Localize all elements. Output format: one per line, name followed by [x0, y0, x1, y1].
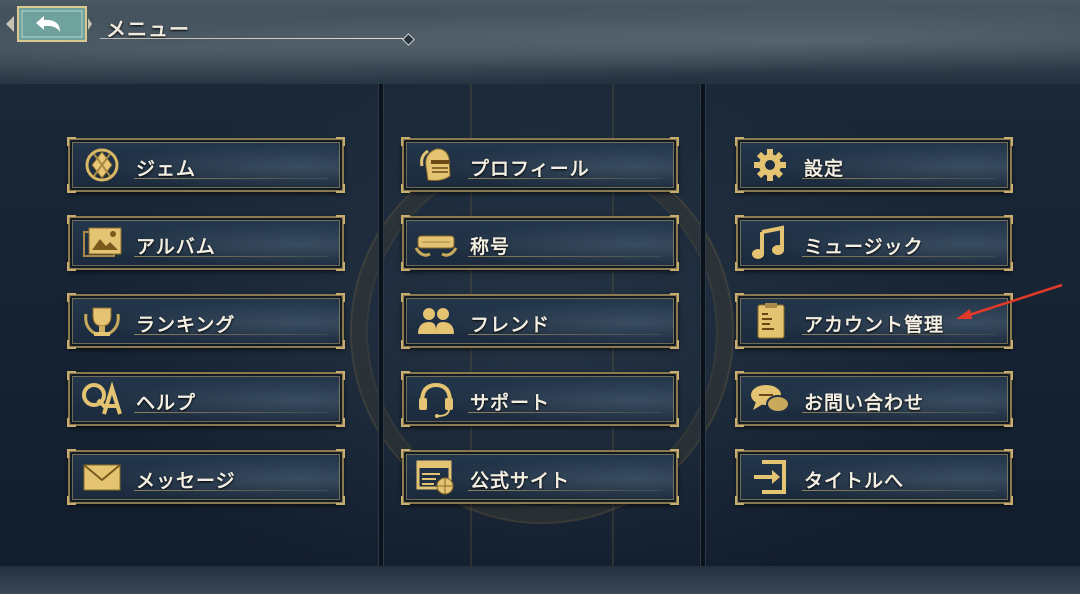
menu-label: アカウント管理 — [804, 314, 945, 336]
menu-button-official-site[interactable]: 公式サイト — [401, 449, 679, 505]
menu-label: アルバム — [136, 236, 216, 258]
menu-button-ranking[interactable]: ランキング — [67, 293, 345, 349]
menu-button-return-to-title[interactable]: タイトルへ — [735, 449, 1013, 505]
menu-label: ジェム — [136, 158, 197, 180]
back-arrow-icon — [6, 6, 92, 42]
exit-door-icon — [754, 460, 786, 494]
gear-icon — [754, 149, 786, 181]
title-banner-icon — [414, 235, 458, 257]
envelope-icon — [83, 464, 121, 491]
trophy-icon — [84, 307, 120, 336]
menu-button-title[interactable]: 称号 — [401, 215, 679, 271]
qa-icon — [82, 381, 122, 415]
account-clipboard-icon — [757, 303, 785, 339]
gem-icon — [85, 148, 119, 182]
menu-screen: メニュー ジェム アルバム ランキング ヘルプ メッセージ プロフィール 称号 … — [0, 0, 1080, 594]
menu-button-help[interactable]: ヘルプ — [67, 371, 345, 427]
menu-label: 称号 — [470, 236, 511, 258]
menu-label: ヘルプ — [136, 392, 197, 414]
menu-button-friend[interactable]: フレンド — [401, 293, 679, 349]
menu-button-album[interactable]: アルバム — [67, 215, 345, 271]
menu-label: メッセージ — [136, 470, 236, 492]
annotation-arrow-icon — [956, 283, 1063, 319]
menu-label: フレンド — [470, 314, 551, 336]
column-divider — [700, 84, 706, 566]
header-underline — [100, 38, 408, 39]
chat-bubbles-icon — [751, 385, 790, 413]
menu-label: プロフィール — [470, 158, 590, 180]
bottom-band — [0, 566, 1080, 594]
menu-button-contact[interactable]: お問い合わせ — [735, 371, 1013, 427]
menu-label: ランキング — [136, 314, 236, 336]
menu-label: お問い合わせ — [804, 392, 925, 414]
headset-icon — [419, 382, 453, 418]
album-icon — [83, 227, 122, 257]
menu-label: ミュージック — [804, 236, 924, 258]
menu-button-message[interactable]: メッセージ — [67, 449, 345, 505]
menu-label: サポート — [470, 392, 551, 414]
menu-button-support[interactable]: サポート — [401, 371, 679, 427]
friends-icon — [418, 308, 454, 334]
menu-label: タイトルへ — [804, 470, 905, 492]
menu-button-profile[interactable]: プロフィール — [401, 137, 679, 193]
back-button[interactable] — [4, 4, 94, 44]
menu-label: 設定 — [804, 158, 845, 180]
menu-label: 公式サイト — [470, 470, 571, 492]
knight-helmet-icon — [420, 148, 451, 181]
music-note-icon — [752, 225, 784, 259]
menu-button-settings[interactable]: 設定 — [735, 137, 1013, 193]
column-divider — [378, 84, 384, 566]
menu-button-music[interactable]: ミュージック — [735, 215, 1013, 271]
menu-button-gem[interactable]: ジェム — [67, 137, 345, 193]
website-icon — [416, 460, 454, 495]
